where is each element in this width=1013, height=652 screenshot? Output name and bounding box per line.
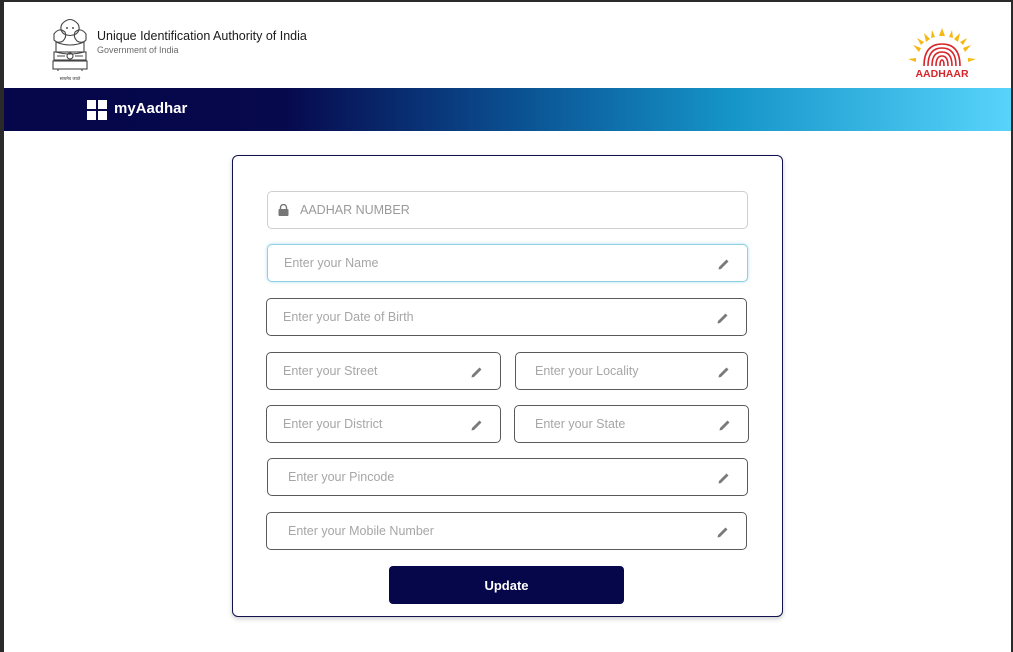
street-field[interactable] [266,352,501,390]
locality-input[interactable] [516,353,747,389]
logo-text: AADHAAR [915,68,968,80]
pencil-icon [717,527,728,538]
state-field[interactable] [514,405,749,443]
pincode-field[interactable] [267,458,748,496]
pencil-icon [471,367,482,378]
org-subtitle: Government of India [97,45,179,55]
name-input[interactable] [268,245,747,281]
pencil-icon [719,420,730,431]
state-input[interactable] [515,406,748,442]
government-header: सत्यमेव जयते Unique Identification Autho… [4,2,1011,88]
mobile-number-field[interactable] [266,512,747,550]
aadhaar-logo: AADHAAR [908,28,976,80]
emblem-motto: सत्यमेव जयते [60,76,81,81]
app-title[interactable]: myAadhar [114,100,187,117]
pencil-icon [718,473,729,484]
date-of-birth-field[interactable] [266,298,747,336]
update-button[interactable]: Update [389,566,624,604]
date-of-birth-input[interactable] [267,299,746,335]
mobile-number-input[interactable] [267,513,746,549]
name-field[interactable] [267,244,748,282]
district-field[interactable] [266,405,501,443]
district-input[interactable] [267,406,500,442]
pencil-icon [718,367,729,378]
sun-rays-icon [908,28,976,62]
org-title: Unique Identification Authority of India [97,29,307,43]
fingerprint-icon [923,43,961,67]
grid-icon[interactable] [87,100,107,120]
pencil-icon [471,420,482,431]
pencil-icon [718,259,729,270]
top-navbar: myAadhar [4,88,1011,131]
pincode-input[interactable] [268,459,747,495]
aadhar-number-field[interactable] [267,191,748,229]
street-input[interactable] [267,353,500,389]
ashoka-emblem-icon: सत्यमेव जयते [52,18,88,81]
aadhar-number-input[interactable] [268,192,747,228]
pencil-icon [717,313,728,324]
locality-field[interactable] [515,352,748,390]
